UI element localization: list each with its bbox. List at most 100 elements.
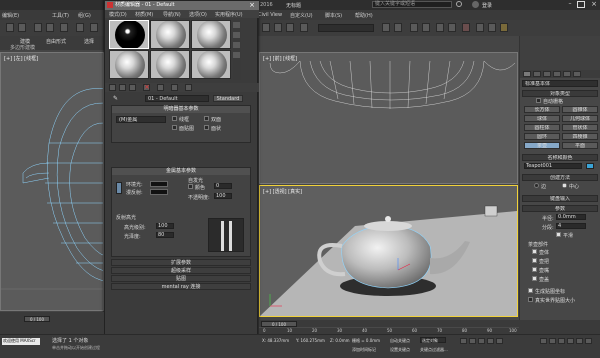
menu-navigation[interactable]: 导航(N): [163, 11, 181, 18]
teapot-button[interactable]: 茶壶: [524, 142, 560, 149]
faceted-checkbox[interactable]: [204, 125, 209, 130]
torus-button[interactable]: 圆环: [524, 133, 560, 140]
close-button[interactable]: ×: [246, 1, 258, 10]
tab-freeform[interactable]: 自由形式: [46, 38, 66, 45]
pick-material-icon[interactable]: ✎: [113, 95, 121, 103]
user-icon[interactable]: [472, 1, 479, 8]
plane-button[interactable]: 平面: [562, 142, 598, 149]
play-icon[interactable]: [478, 338, 485, 344]
redo-icon[interactable]: [18, 23, 26, 32]
menu-tools[interactable]: 工具(T): [52, 12, 69, 19]
assign-material-icon[interactable]: [129, 84, 136, 91]
go-end-icon[interactable]: [496, 338, 503, 344]
material-slot-1[interactable]: [109, 20, 149, 49]
zoom-icon[interactable]: [540, 338, 547, 344]
two-sided-checkbox[interactable]: [204, 116, 209, 121]
object-name-input[interactable]: Teapot001: [524, 163, 582, 169]
material-type-button[interactable]: Standard: [213, 95, 243, 102]
self-illum-input[interactable]: 0: [214, 183, 232, 189]
maximize-button[interactable]: [577, 1, 585, 8]
supersampling-rollout[interactable]: 超级采样: [111, 267, 251, 274]
spec-level-input[interactable]: 100: [156, 223, 174, 229]
get-material-icon[interactable]: [109, 84, 116, 91]
orbit-icon[interactable]: [576, 338, 583, 344]
uv-tiling-icon[interactable]: [233, 52, 240, 58]
center-radio[interactable]: [562, 183, 567, 188]
menu-script[interactable]: 脚本(S): [325, 12, 342, 19]
gloss-input[interactable]: 80: [156, 232, 174, 238]
select-icon[interactable]: [90, 23, 98, 32]
parameters-header[interactable]: 参数: [522, 205, 598, 212]
segments-input[interactable]: 4: [556, 223, 586, 229]
z-coordinate[interactable]: Z: 0.0mm: [330, 338, 350, 343]
diffuse-color-swatch[interactable]: [150, 189, 168, 195]
key-mode-dropdown[interactable]: 选定对象: [420, 337, 446, 343]
menu-group[interactable]: 组(G): [78, 12, 91, 19]
spinner-snap-icon[interactable]: [300, 23, 308, 32]
menu-edit[interactable]: 编辑(E): [2, 12, 19, 19]
extended-params-rollout[interactable]: 扩展参数: [111, 259, 251, 266]
maximize-viewport-icon[interactable]: [585, 338, 592, 344]
graphite-icon[interactable]: [422, 23, 430, 32]
angle-snap-icon[interactable]: [274, 23, 282, 32]
sample-type-icon[interactable]: [233, 22, 240, 28]
material-slot-4[interactable]: [109, 50, 149, 79]
autogrid-checkbox[interactable]: [536, 98, 541, 103]
layer-icon[interactable]: [410, 23, 418, 32]
schematic-icon[interactable]: [448, 23, 456, 32]
display-tab-icon[interactable]: [563, 71, 571, 77]
face-map-checkbox[interactable]: [172, 125, 177, 130]
mirror-icon[interactable]: [382, 23, 390, 32]
backlight-icon[interactable]: [233, 32, 240, 38]
menu-help[interactable]: 帮助(H): [355, 12, 373, 19]
menu-civil-view[interactable]: Civil View: [258, 12, 282, 18]
put-to-scene-icon[interactable]: [119, 84, 126, 91]
set-key-button[interactable]: 设置关键点: [390, 347, 410, 353]
wire-checkbox[interactable]: [172, 116, 177, 121]
select-filter-icon[interactable]: [76, 23, 84, 32]
motion-tab-icon[interactable]: [553, 71, 561, 77]
tab-selection[interactable]: 选择: [84, 38, 94, 45]
menu-options[interactable]: 选项(O): [189, 11, 207, 18]
link-icon[interactable]: [34, 23, 42, 32]
prev-frame-icon[interactable]: [469, 338, 476, 344]
material-slot-3[interactable]: [191, 20, 231, 49]
gen-mapping-checkbox[interactable]: [528, 288, 533, 293]
radius-input[interactable]: 0.0mm: [556, 214, 586, 220]
time-slider-left[interactable]: 0 / 100: [24, 316, 50, 322]
named-selection-dropdown[interactable]: [318, 24, 374, 32]
timeline[interactable]: 0 / 100 0 10 20 30 40 50 60 70 80 90 100: [259, 320, 519, 334]
unlink-icon[interactable]: [46, 23, 54, 32]
basic-params-header[interactable]: 金属基本参数: [112, 168, 250, 175]
handle-checkbox[interactable]: [532, 258, 537, 263]
create-tab-icon[interactable]: [523, 71, 531, 77]
material-editor-icon[interactable]: [462, 23, 470, 32]
pan-icon[interactable]: [567, 338, 574, 344]
tube-button[interactable]: 管状体: [562, 124, 598, 131]
pyramid-button[interactable]: 四棱锥: [562, 133, 598, 140]
material-slot-5[interactable]: [150, 50, 190, 79]
modify-tab-icon[interactable]: [533, 71, 541, 77]
category-dropdown[interactable]: 标准基本体: [522, 80, 598, 87]
keyboard-entry-header[interactable]: 键盘输入: [522, 195, 598, 202]
object-color-swatch[interactable]: [586, 163, 594, 169]
key-filters-button[interactable]: 关键点过滤器...: [420, 347, 448, 353]
search-input[interactable]: 键入关键字或短语: [372, 1, 452, 8]
object-type-header[interactable]: 对象类型: [522, 90, 598, 97]
sphere-button[interactable]: 球体: [524, 115, 560, 122]
undo-icon[interactable]: [6, 23, 14, 32]
shader-rollout-header[interactable]: 明暗器基本参数: [112, 106, 250, 113]
real-world-checkbox[interactable]: [528, 297, 533, 302]
hierarchy-tab-icon[interactable]: [543, 71, 551, 77]
show-map-icon[interactable]: [171, 84, 178, 91]
name-color-header[interactable]: 名称和颜色: [522, 154, 598, 161]
creation-method-header[interactable]: 创建方法: [522, 174, 598, 181]
spout-checkbox[interactable]: [532, 267, 537, 272]
viewport-left[interactable]: [+] [左] [线框]: [0, 52, 104, 311]
cylinder-button[interactable]: 圆柱体: [524, 124, 560, 131]
menu-material[interactable]: 材质(M): [135, 11, 153, 18]
zoom-extents-icon[interactable]: [558, 338, 565, 344]
next-frame-icon[interactable]: [487, 338, 494, 344]
material-name-field[interactable]: 01 - Default: [145, 95, 209, 102]
render-frame-icon[interactable]: [488, 23, 496, 32]
